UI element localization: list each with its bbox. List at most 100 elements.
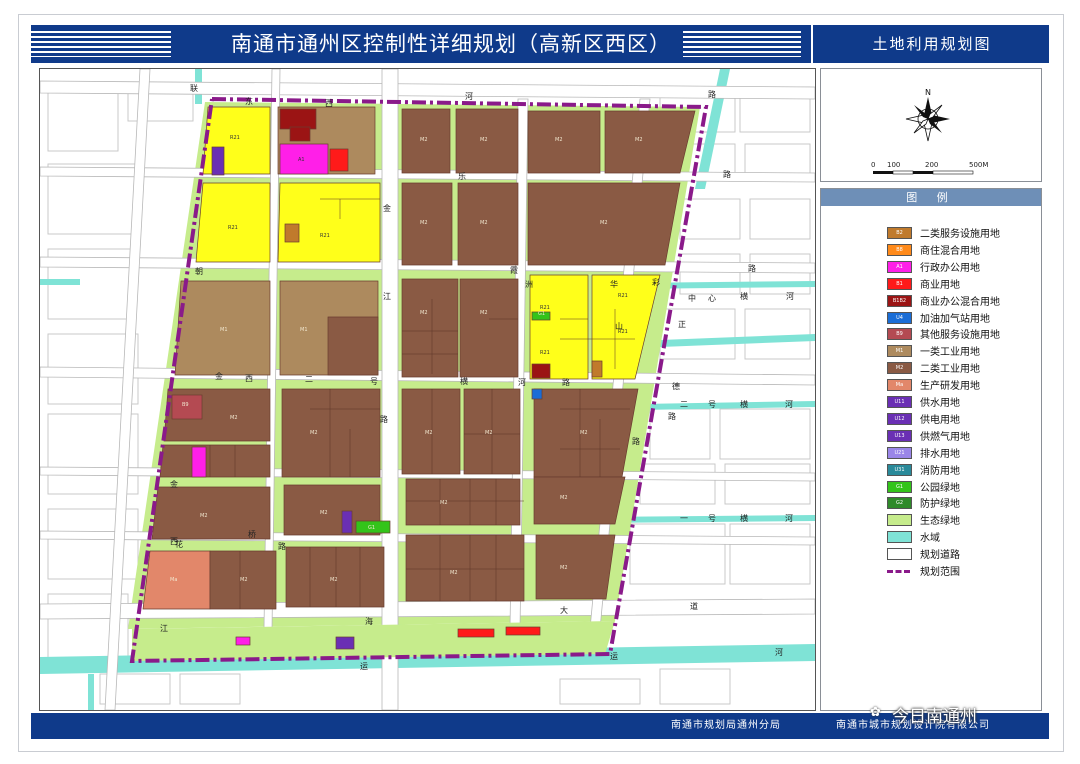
legend-swatch: B2 [887, 227, 912, 239]
title-stripes-left [31, 31, 171, 57]
svg-text:M2: M2 [480, 220, 488, 226]
svg-text:B9: B9 [182, 402, 189, 408]
svg-text:路: 路 [562, 377, 570, 387]
scale-label-500m: 500M [969, 161, 989, 169]
legend-label: 规划范围 [920, 567, 960, 578]
svg-text:M2: M2 [330, 577, 338, 583]
svg-text:心: 心 [708, 294, 716, 303]
legend-label: 二类工业用地 [920, 364, 980, 376]
svg-text:海: 海 [365, 616, 373, 626]
title-separator [811, 25, 813, 63]
wechat-icon: ✿ [870, 705, 881, 720]
svg-text:M2: M2 [230, 415, 238, 421]
svg-text:号: 号 [708, 400, 716, 409]
legend-label: 防护绿地 [920, 499, 960, 511]
svg-text:路: 路 [632, 436, 640, 446]
svg-text:M2: M2 [200, 513, 208, 519]
legend-swatch: M1 [887, 345, 912, 358]
svg-text:正: 正 [678, 320, 686, 329]
svg-text:M2: M2 [320, 510, 328, 516]
legend-label: 二类服务设施用地 [920, 229, 1000, 240]
svg-text:路: 路 [748, 263, 756, 273]
north-label: N [925, 88, 931, 97]
svg-text:M2: M2 [635, 137, 643, 143]
map-title: 南通市通州区控制性详细规划（高新区西区） [231, 32, 671, 56]
svg-text:金: 金 [215, 371, 223, 381]
svg-text:横: 横 [740, 291, 748, 301]
svg-text:M2: M2 [555, 137, 563, 143]
svg-text:朝: 朝 [195, 267, 203, 276]
legend-label: 加油加气站用地 [920, 313, 990, 325]
legend-label: 供水用地 [920, 398, 960, 409]
svg-text:M2: M2 [420, 137, 428, 143]
legend-label: 其他服务设施用地 [920, 330, 1000, 342]
svg-text:横: 横 [740, 513, 748, 523]
svg-text:M2: M2 [420, 220, 428, 226]
svg-text:彩: 彩 [652, 277, 660, 287]
legend-label: 商业用地 [920, 279, 960, 291]
svg-text:M2: M2 [600, 220, 608, 226]
legend-swatch: G2 [887, 497, 912, 510]
svg-text:R21: R21 [618, 293, 628, 299]
svg-text:路: 路 [668, 411, 676, 421]
legend-swatch [887, 548, 912, 561]
legend-label: 水域 [920, 533, 940, 545]
land-use-map[interactable]: M2 M2 M2 M2 M2 M2 M2 M1 M1 M2 M2 M2 M2 M2 M2 M2 M2 M… [39, 68, 816, 711]
svg-text:M1: M1 [300, 327, 308, 333]
svg-text:运: 运 [610, 652, 618, 661]
svg-text:M2: M2 [480, 310, 488, 316]
svg-text:横: 横 [460, 376, 468, 386]
sidebar: N 0 100 200 500M 图 例 B2 二类服务设施用地 B8 商住混合… [820, 68, 1048, 711]
svg-text:路: 路 [278, 541, 286, 551]
svg-text:号: 号 [370, 377, 378, 386]
svg-text:山: 山 [615, 321, 623, 331]
legend-swatch: B8 [887, 243, 912, 256]
svg-text:M2: M2 [450, 570, 458, 576]
compass-panel: N 0 100 200 500M [820, 68, 1042, 182]
legend-label: 排水用地 [920, 448, 960, 460]
svg-text:G1: G1 [368, 525, 375, 531]
svg-text:M2: M2 [560, 565, 568, 571]
svg-text:联: 联 [190, 84, 198, 93]
legend-swatch [887, 570, 910, 575]
svg-text:M2: M2 [440, 500, 448, 506]
svg-text:R21: R21 [320, 233, 330, 239]
scale-bar [873, 170, 974, 175]
legend-title: 图 例 [821, 189, 1041, 206]
legend-swatch: A1 [887, 260, 912, 273]
legend-swatch: B1 [887, 277, 912, 290]
svg-text:一: 一 [680, 514, 688, 523]
svg-text:西: 西 [325, 99, 333, 108]
scale-label-0: 0 [871, 161, 876, 169]
svg-text:金: 金 [170, 479, 178, 489]
svg-text:M1: M1 [220, 327, 228, 333]
legend-swatch: U4 [887, 311, 912, 324]
svg-text:金: 金 [383, 203, 391, 213]
svg-text:路: 路 [723, 169, 731, 179]
svg-text:M2: M2 [310, 430, 318, 436]
svg-text:河: 河 [786, 291, 794, 301]
svg-text:M2: M2 [480, 137, 488, 143]
svg-text:号: 号 [708, 514, 716, 523]
svg-text:M2: M2 [560, 495, 568, 501]
svg-text:路: 路 [380, 414, 388, 424]
legend-label: 商业办公混合用地 [920, 296, 1000, 308]
legend-label: 公园绿地 [920, 482, 960, 494]
svg-text:A1: A1 [298, 157, 305, 163]
title-bar: 南通市通州区控制性详细规划（高新区西区） 土地利用规划图 [31, 25, 1049, 63]
svg-text:路: 路 [708, 89, 716, 99]
svg-text:河: 河 [518, 377, 526, 387]
legend-swatch: U13 [887, 429, 912, 442]
legend-swatch: U21 [887, 446, 912, 459]
svg-text:河: 河 [785, 399, 793, 409]
svg-text:洲: 洲 [525, 280, 533, 289]
land-use-map-svg: M2 M2 M2 M2 M2 M2 M2 M1 M1 M2 M2 M2 M2 M2 M2 M2 M2 M… [40, 69, 815, 710]
map-subtitle: 土地利用规划图 [872, 35, 992, 53]
svg-text:乐: 乐 [458, 171, 466, 181]
legend-label: 生产研发用地 [920, 381, 980, 393]
svg-text:R21: R21 [540, 305, 550, 311]
legend: 图 例 B2 二类服务设施用地 B8 商住混合用地 A1 行政办公用地 B1 商业用地 B1B2… [820, 188, 1042, 711]
legend-swatch [887, 531, 912, 544]
svg-text:M2: M2 [425, 430, 433, 436]
legend-label: 行政办公用地 [920, 262, 980, 274]
